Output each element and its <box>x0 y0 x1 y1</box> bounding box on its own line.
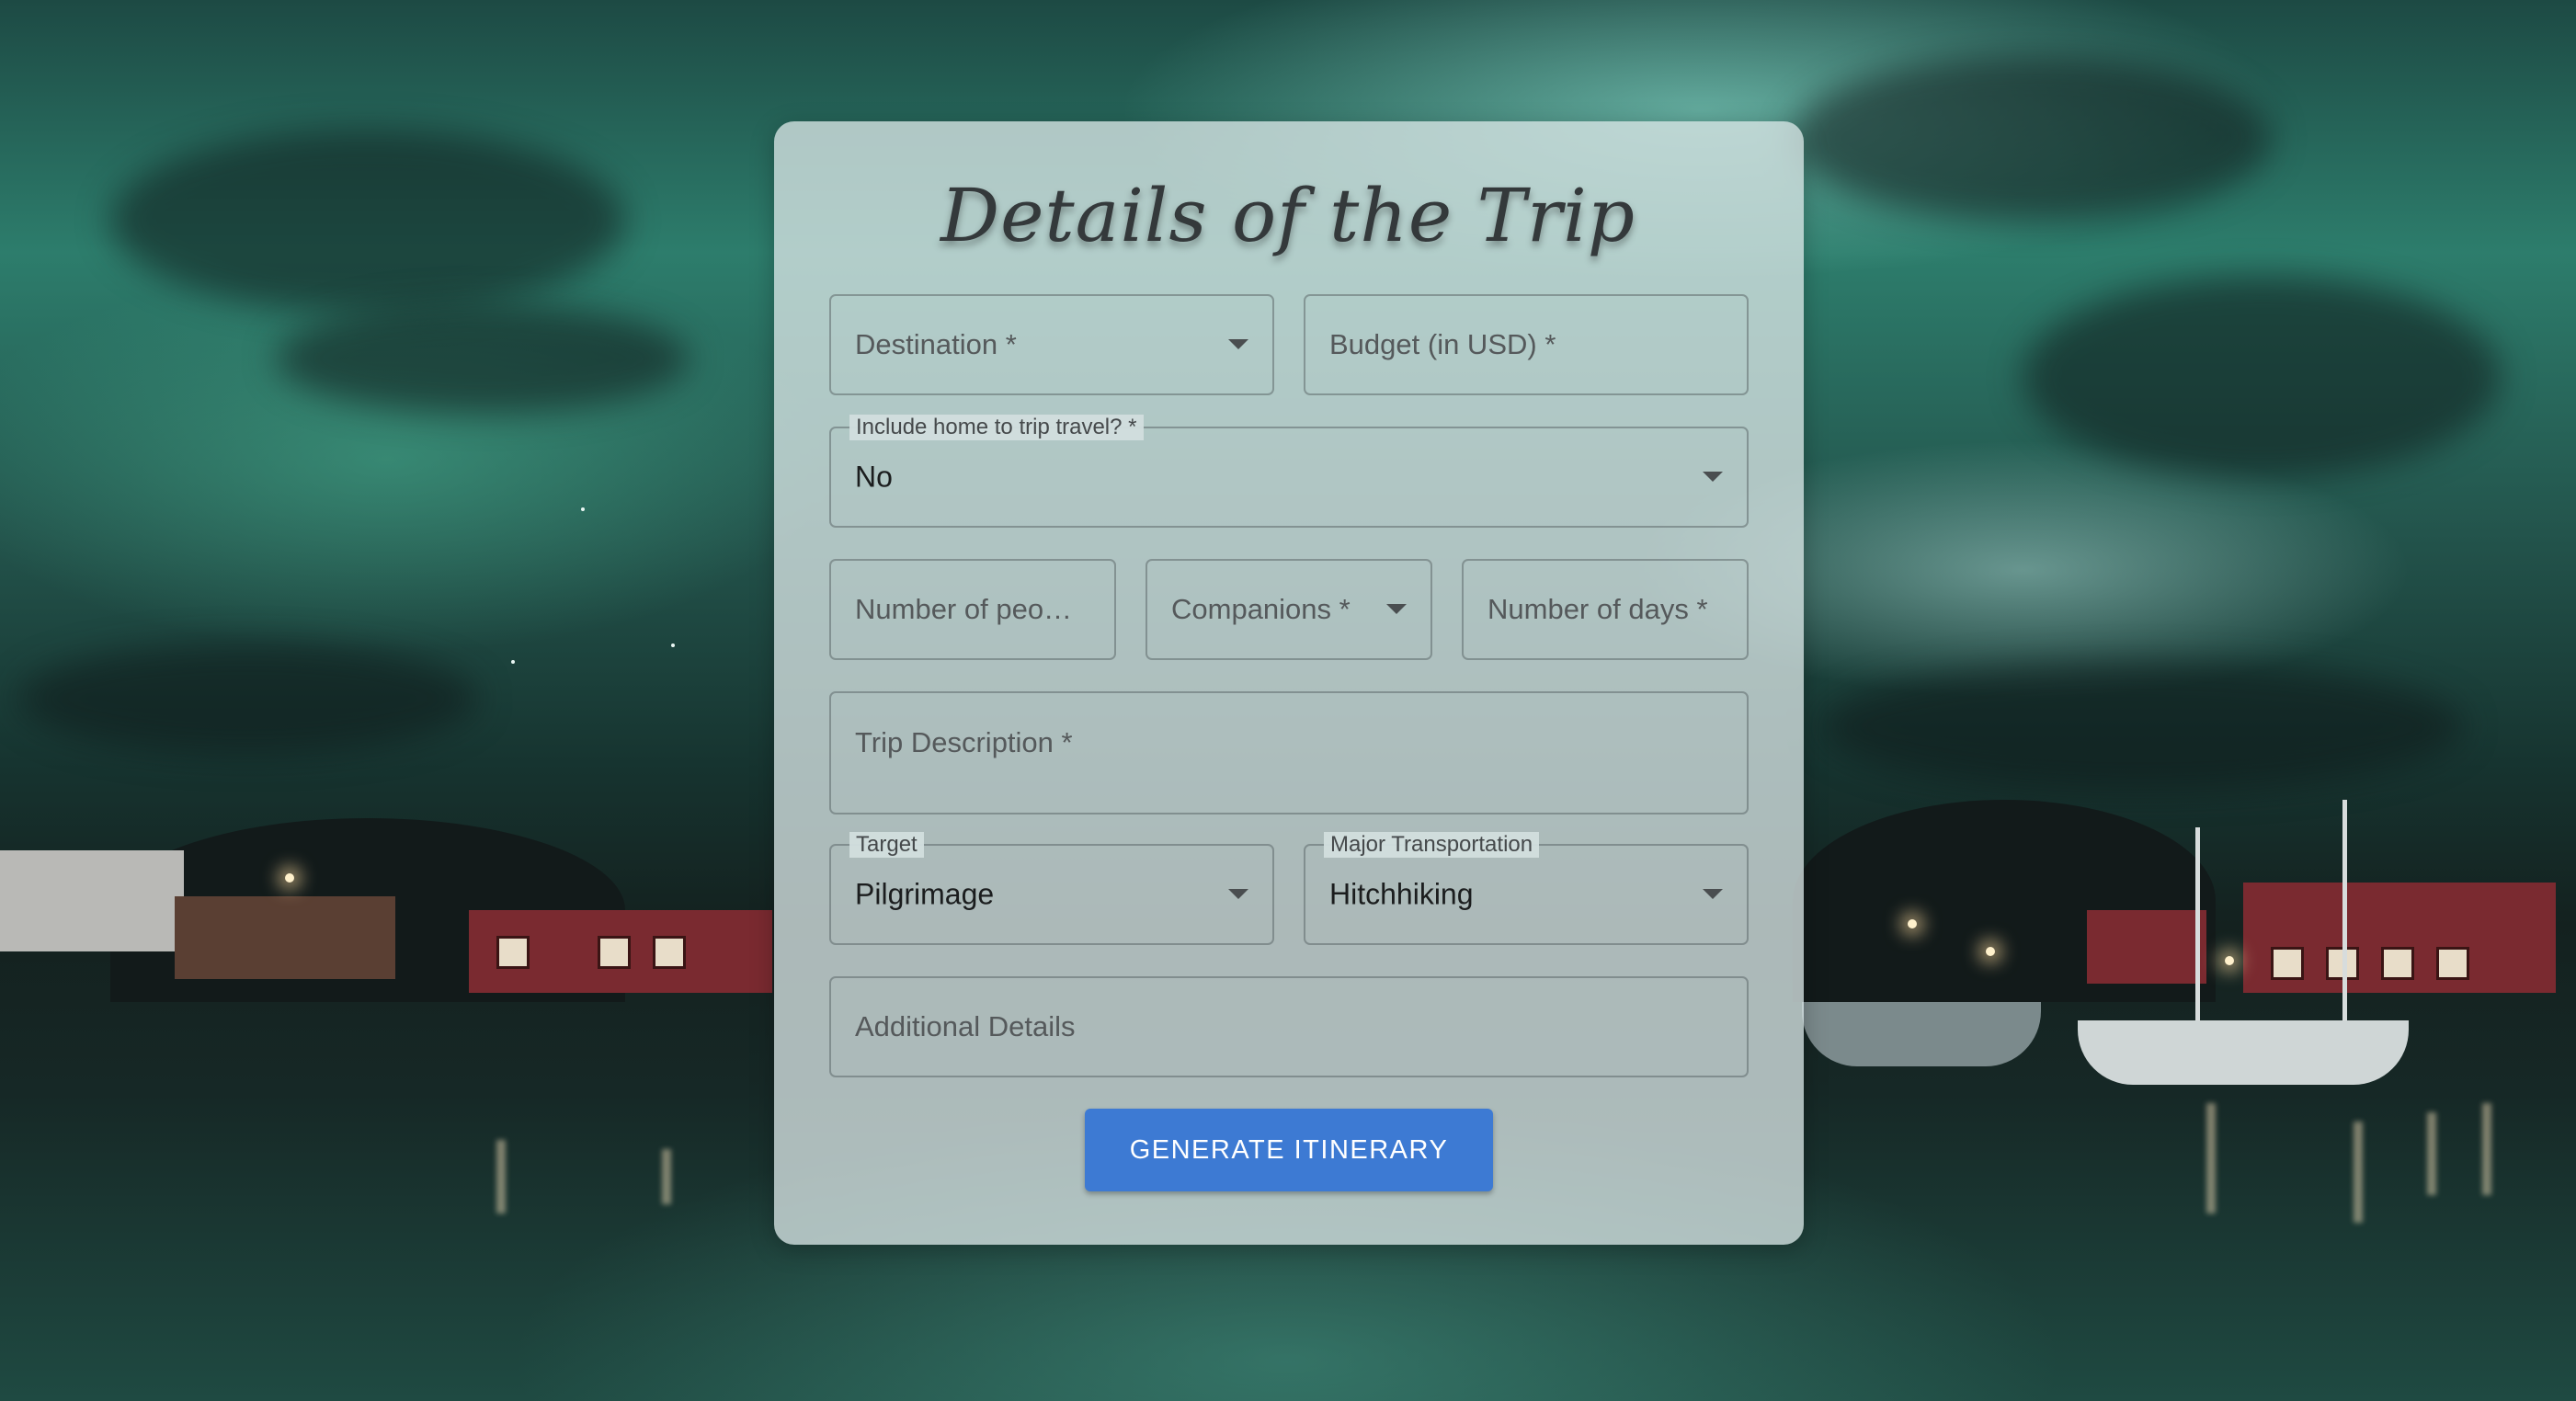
number-of-days-input[interactable]: Number of days * <box>1462 559 1749 660</box>
companions-select[interactable]: Companions * <box>1146 559 1432 660</box>
generate-itinerary-button[interactable]: GENERATE ITINERARY <box>1085 1109 1493 1191</box>
home-travel-select[interactable]: Include home to trip travel? * No <box>829 415 1749 528</box>
additional-details-placeholder: Additional Details <box>855 1010 1076 1042</box>
caret-down-icon <box>1703 889 1723 899</box>
major-transportation-label: Major Transportation <box>1324 832 1540 858</box>
additional-details-input[interactable]: Additional Details <box>829 976 1749 1077</box>
number-of-days-placeholder: Number of days * <box>1487 593 1708 625</box>
home-travel-label: Include home to trip travel? * <box>849 415 1144 440</box>
budget-placeholder: Budget (in USD) * <box>1329 328 1556 360</box>
destination-placeholder: Destination * <box>855 328 1017 360</box>
major-transportation-value: Hitchhiking <box>1329 877 1474 911</box>
caret-down-icon <box>1386 604 1407 614</box>
companions-placeholder: Companions * <box>1171 593 1351 625</box>
number-of-people-placeholder: Number of peo… <box>855 593 1073 625</box>
target-label: Target <box>849 832 924 858</box>
budget-input[interactable]: Budget (in USD) * <box>1304 294 1749 395</box>
caret-down-icon <box>1228 889 1248 899</box>
home-travel-value: No <box>855 460 893 494</box>
page-title: Details of the Trip <box>940 173 1636 258</box>
target-value: Pilgrimage <box>855 877 995 911</box>
trip-description-placeholder: Trip Description * <box>855 726 1073 758</box>
caret-down-icon <box>1228 339 1248 349</box>
caret-down-icon <box>1703 472 1723 482</box>
major-transportation-select[interactable]: Major Transportation Hitchhiking <box>1304 832 1749 945</box>
number-of-people-input[interactable]: Number of peo… <box>829 559 1116 660</box>
target-select[interactable]: Target Pilgrimage <box>829 832 1274 945</box>
trip-description-textarea[interactable]: Trip Description * <box>829 691 1749 814</box>
destination-select[interactable]: Destination * <box>829 294 1274 395</box>
